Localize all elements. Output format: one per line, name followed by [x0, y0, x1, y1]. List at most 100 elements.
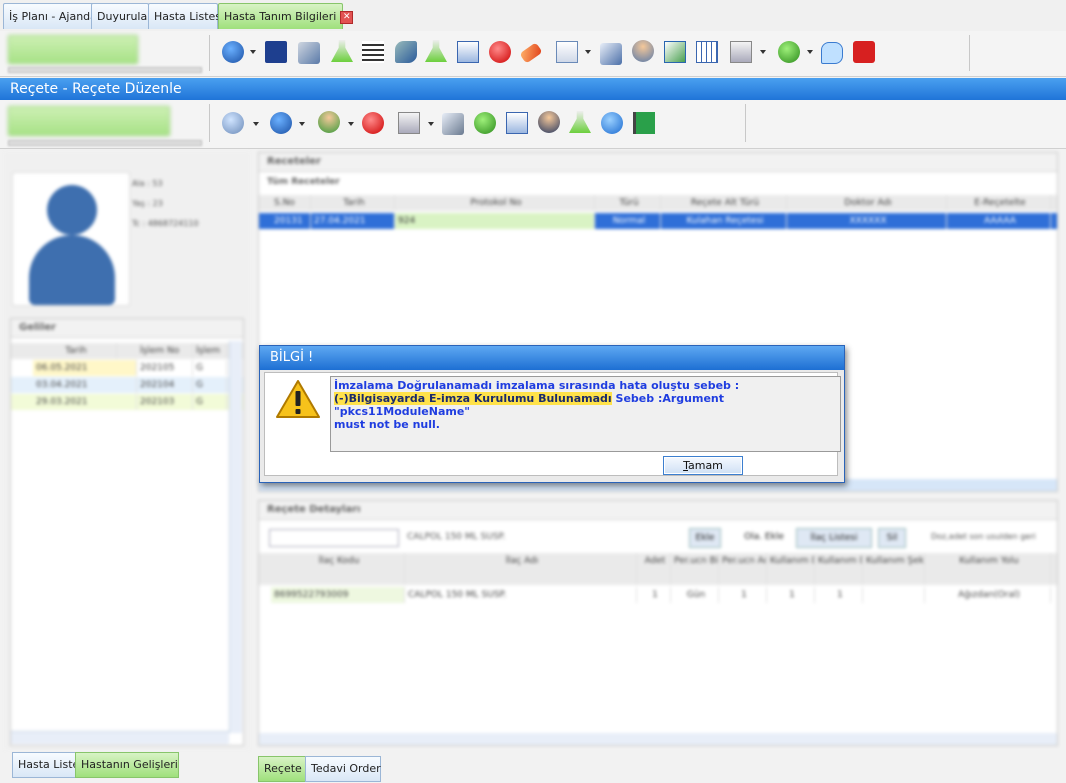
patient-weight: Yaş : 23: [132, 199, 163, 208]
print-icon[interactable]: [298, 42, 320, 64]
ok-label: amam: [687, 459, 723, 472]
chat-icon[interactable]: [821, 42, 843, 64]
chevron-down-icon[interactable]: [428, 122, 434, 126]
recete-toolbar: [0, 100, 1066, 149]
cell: AAAAA: [947, 213, 1051, 229]
document-edit-icon[interactable]: [506, 112, 528, 134]
main-toolbar: [0, 31, 1066, 77]
save-icon[interactable]: [265, 41, 287, 63]
vertical-scrollbar[interactable]: [229, 341, 242, 733]
tab-hasta-listesi[interactable]: Hasta Listesi: [148, 3, 224, 29]
menu-icon[interactable]: [270, 112, 292, 134]
column-header: Protokol No: [395, 195, 595, 211]
cell: 1: [719, 587, 767, 603]
red-ball-icon[interactable]: [489, 41, 511, 63]
cell: 03.04.2021: [33, 377, 137, 393]
chevron-down-icon[interactable]: [807, 50, 813, 54]
cell: G: [193, 394, 227, 410]
delete-button[interactable]: Sil: [878, 528, 906, 548]
tab-hasta-tanim-bilgileri[interactable]: Hasta Tanım Bilgileri ✕: [218, 3, 354, 29]
stethoscope-icon[interactable]: [395, 41, 417, 63]
cell: 202103: [137, 394, 193, 410]
sks-icon[interactable]: [853, 41, 875, 63]
lab-flask-icon[interactable]: [331, 40, 353, 62]
tab-label: İş Planı - Ajanda: [9, 10, 97, 23]
chevron-down-icon[interactable]: [299, 122, 305, 126]
table-row[interactable]: 20131 27.04.2021 924 Normal Kulahan Reçe…: [259, 213, 1057, 229]
drug-list-button[interactable]: İlaç Listesi: [796, 528, 872, 548]
report-icon[interactable]: [398, 112, 420, 134]
details-filter-input[interactable]: [269, 529, 399, 547]
toolbar-separator: [209, 104, 210, 142]
visits-panel: Geliler Tarih İşlem No İşlem 06.05.2021 …: [10, 318, 244, 746]
column-header: E-Reçetelte: [947, 195, 1051, 211]
tab-label: Duyurular: [97, 10, 152, 23]
doctor-approve-icon[interactable]: [318, 111, 340, 133]
table-row[interactable]: 29.03.2021 202103 G: [11, 394, 243, 410]
column-header: Per.ucn Birim: [671, 553, 719, 585]
close-icon[interactable]: ✕: [340, 10, 354, 24]
reset-checkbox-label[interactable]: Doz,adet son usulden geri: [931, 529, 1057, 545]
calendar-add-icon[interactable]: [696, 41, 718, 63]
tab-label: Hasta Tanım Bilgileri: [224, 10, 337, 23]
column-header: Tarih: [311, 195, 395, 211]
top-tab-bar: İş Planı - Ajanda Duyurular Hasta Listes…: [0, 0, 1066, 32]
table-row[interactable]: 8699522793009 CALPOL 150 ML SUSP. 1 Gün …: [259, 587, 1057, 603]
chevron-down-icon[interactable]: [250, 50, 256, 54]
chevron-down-icon[interactable]: [585, 50, 591, 54]
cell: 1: [767, 587, 815, 603]
horizontal-scrollbar[interactable]: [259, 733, 1057, 745]
flag-icon[interactable]: [633, 112, 655, 134]
bandage-icon[interactable]: [519, 42, 543, 64]
message-line-1: İmzalama Doğrulanamadı imzalama sırasınd…: [334, 379, 740, 392]
tab-duyurular[interactable]: Duyurular: [91, 3, 152, 29]
visits-header: Geliler: [11, 319, 243, 338]
cell: 1: [637, 587, 671, 603]
red-ball-icon[interactable]: [362, 112, 384, 134]
column-header: İşlem: [193, 343, 227, 359]
approve-edit-icon[interactable]: [664, 41, 686, 63]
menu-icon[interactable]: [222, 41, 244, 63]
column-header: Kullanım Doz(1): [767, 553, 815, 585]
lab-info-icon[interactable]: [569, 111, 591, 133]
tab-is-plani[interactable]: İş Planı - Ajanda: [3, 3, 97, 29]
medical-kit-icon[interactable]: [556, 41, 578, 63]
cell: 20131: [271, 213, 311, 229]
download-icon[interactable]: [474, 112, 496, 134]
tab-label: Tedavi Order: [311, 762, 381, 775]
cell: [863, 587, 925, 603]
table-row[interactable]: 06.05.2021 202105 G: [11, 360, 243, 376]
column-header: Doktor Adı: [787, 195, 947, 211]
checklist-icon[interactable]: [362, 41, 384, 63]
chevron-down-icon[interactable]: [760, 50, 766, 54]
printer-icon[interactable]: [442, 113, 464, 135]
tab-hastanin-gelisleri[interactable]: Hastanın Gelişleri: [75, 752, 179, 778]
dialog-message: İmzalama Doğrulanamadı imzalama sırasınd…: [330, 376, 841, 452]
document-edit-icon[interactable]: [457, 41, 479, 63]
ok-button[interactable]: Tamam: [663, 456, 743, 475]
tab-tedavi-order[interactable]: Tedavi Order: [305, 756, 381, 782]
info-icon[interactable]: [601, 112, 623, 134]
column-header: İşlem No: [137, 343, 193, 359]
dialog-body: İmzalama Doğrulanamadı imzalama sırasınd…: [264, 372, 841, 476]
horizontal-scrollbar[interactable]: [11, 731, 229, 744]
scanner-icon[interactable]: [600, 43, 622, 65]
sgk-icon[interactable]: [222, 112, 244, 134]
add-button[interactable]: Ekle: [689, 528, 721, 548]
extra-add-button[interactable]: Ola. Ekle: [737, 528, 791, 546]
table-row[interactable]: 03.04.2021 202104 G: [11, 377, 243, 393]
tab-hasta-liste[interactable]: Hasta Liste: [12, 752, 84, 778]
report-icon[interactable]: [730, 41, 752, 63]
cell: 202104: [137, 377, 193, 393]
user-lock-icon[interactable]: [538, 111, 560, 133]
chevron-down-icon[interactable]: [348, 122, 354, 126]
drug-search-input[interactable]: CALPOL 150 ML SUSP.: [407, 529, 667, 545]
patient-info-icon[interactable]: [632, 40, 654, 62]
download-icon[interactable]: [778, 41, 800, 63]
lab-info-icon[interactable]: [425, 40, 447, 62]
column-header: Reçete Alt Türü: [661, 195, 787, 211]
tab-label: Hasta Liste: [18, 758, 80, 771]
column-header: İlaç Adı: [405, 553, 637, 585]
column-header: S.No: [271, 195, 311, 211]
chevron-down-icon[interactable]: [253, 122, 259, 126]
